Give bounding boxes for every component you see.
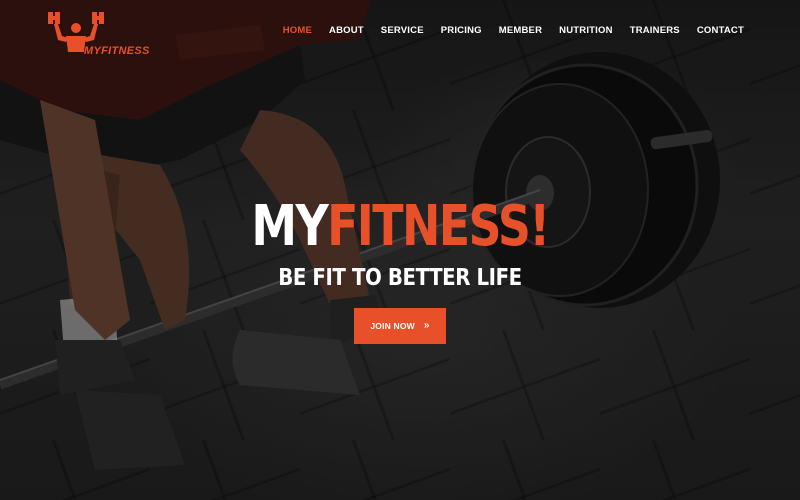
join-now-button[interactable]: JOIN NOW » <box>354 308 446 344</box>
main-navigation: HOME ABOUT SERVICE PRICING MEMBER NUTRIT… <box>283 25 744 36</box>
hero-title-white: MY <box>251 194 328 259</box>
hero-title-accent: FITNESS! <box>327 194 550 259</box>
nav-item-about[interactable]: ABOUT <box>329 25 364 36</box>
nav-item-pricing[interactable]: PRICING <box>441 25 482 36</box>
hero-title: MYFITNESS! <box>72 195 728 259</box>
nav-item-contact[interactable]: CONTACT <box>697 25 744 36</box>
nav-item-trainers[interactable]: TRAINERS <box>630 25 680 36</box>
nav-item-service[interactable]: SERVICE <box>381 25 424 36</box>
nav-item-nutrition[interactable]: NUTRITION <box>559 25 613 36</box>
join-now-label: JOIN NOW <box>370 321 415 331</box>
hero-section: MYFITNESS HOME ABOUT SERVICE PRICING MEM… <box>0 0 800 500</box>
brand-logo-text: MYFITNESS <box>84 45 150 57</box>
nav-item-home[interactable]: HOME <box>283 25 312 36</box>
nav-item-member[interactable]: MEMBER <box>499 25 542 36</box>
hero-subtitle: BE FIT TO BETTER LIFE <box>278 265 522 291</box>
brand-logo[interactable]: MYFITNESS <box>46 8 156 58</box>
double-chevron-right-icon: » <box>423 320 430 331</box>
